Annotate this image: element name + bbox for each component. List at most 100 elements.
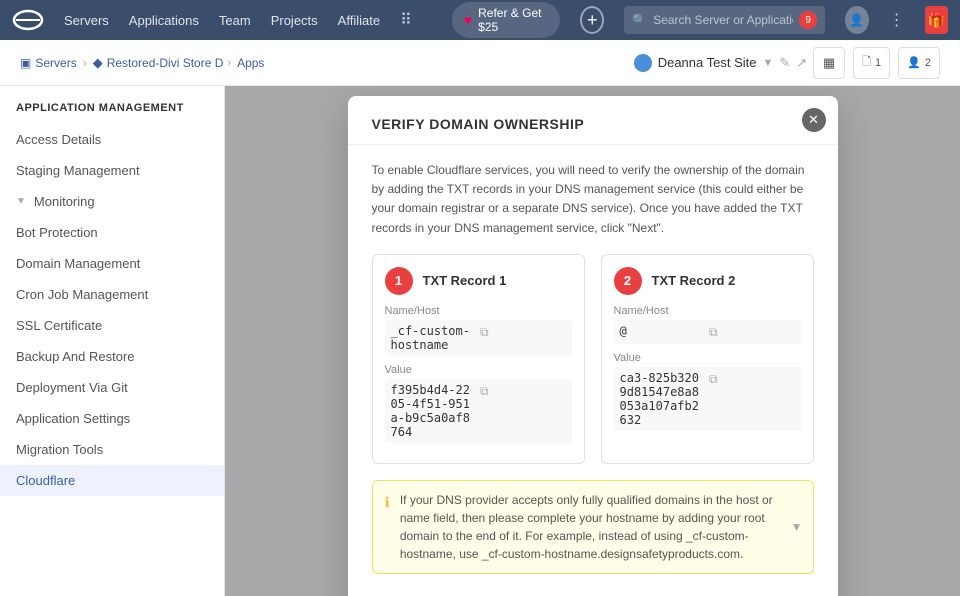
modal-body: To enable Cloudflare services, you will … bbox=[348, 145, 838, 596]
dns-record-2-name-copy-icon[interactable]: ⧉ bbox=[709, 325, 795, 340]
dns-record-1-name-copy-icon[interactable]: ⧉ bbox=[480, 325, 566, 340]
nav-projects[interactable]: Projects bbox=[271, 13, 318, 28]
more-options-icon[interactable]: ⋮ bbox=[889, 10, 905, 30]
content-area: designsafetyproducts.com ENABLE * Cloudf… bbox=[225, 86, 960, 596]
warning-icon: ℹ bbox=[385, 492, 390, 513]
notification-badge[interactable]: 9 bbox=[799, 11, 817, 29]
sidebar-item-access-details[interactable]: Access Details bbox=[0, 124, 224, 155]
dns-records-grid: 1 TXT Record 1 Name/Host _cf-custom-host… bbox=[372, 254, 814, 464]
servers-label: Servers bbox=[35, 56, 76, 70]
dns-record-2-name-field: Name/Host @ ⧉ bbox=[614, 305, 801, 344]
dns-record-2-name-label: Name/Host bbox=[614, 305, 801, 317]
dns-step-1-badge: 1 bbox=[385, 267, 413, 295]
sidebar-label-bot-protection: Bot Protection bbox=[16, 225, 98, 240]
dns-record-1-name-field: Name/Host _cf-custom-hostname ⧉ bbox=[385, 305, 572, 356]
dns-record-2-value-copy-icon[interactable]: ⧉ bbox=[709, 372, 795, 387]
sidebar-label-application-settings: Application Settings bbox=[16, 411, 130, 426]
app-label-area: Deanna Test Site ▼ ✎ ↗ bbox=[634, 54, 807, 72]
grid-icon[interactable]: ⠿ bbox=[400, 10, 412, 30]
server-color-icon: ◆ bbox=[93, 55, 103, 71]
dns-record-1-title: TXT Record 1 bbox=[423, 273, 507, 288]
sidebar-item-migration-tools[interactable]: Migration Tools bbox=[0, 434, 224, 465]
dns-record-2-name-value-row: @ ⧉ bbox=[614, 320, 801, 344]
sidebar-item-ssl-certificate[interactable]: SSL Certificate bbox=[0, 310, 224, 341]
nav-team[interactable]: Team bbox=[219, 13, 251, 28]
view-icon-button[interactable]: ▦ bbox=[813, 47, 845, 79]
server-icon: ▣ bbox=[20, 56, 31, 70]
modal-close-button[interactable]: ✕ bbox=[802, 108, 826, 132]
sidebar-label-cloudflare: Cloudflare bbox=[16, 473, 75, 488]
app-logo[interactable] bbox=[12, 9, 44, 31]
sidebar-chevron-monitoring: ▼ bbox=[16, 196, 26, 207]
heart-icon: ♥ bbox=[464, 12, 472, 28]
breadcrumb-bar: ▣ Servers › ◆ Restored-Divi Store D › Ap… bbox=[0, 40, 960, 86]
sidebar-label-access-details: Access Details bbox=[16, 132, 101, 147]
breadcrumb-apps[interactable]: Apps bbox=[237, 56, 264, 70]
verify-domain-modal: VERIFY DOMAIN OWNERSHIP ✕ To enable Clou… bbox=[348, 96, 838, 596]
breadcrumb-servers[interactable]: ▣ Servers bbox=[20, 56, 77, 70]
sidebar-item-cloudflare[interactable]: Cloudflare bbox=[0, 465, 224, 496]
refer-button[interactable]: ♥ Refer & Get $25 bbox=[452, 2, 560, 38]
warning-chevron-icon[interactable]: ▼ bbox=[791, 518, 803, 536]
dns-record-2-card: 2 TXT Record 2 Name/Host @ ⧉ bbox=[601, 254, 814, 464]
app-name: Deanna Test Site bbox=[658, 55, 757, 70]
sidebar-item-deployment-git[interactable]: Deployment Via Git bbox=[0, 372, 224, 403]
dns-record-2-name-value: @ bbox=[620, 324, 706, 338]
page-count-button[interactable]: 🗋 1 bbox=[853, 47, 890, 79]
server-chevron-icon: › bbox=[227, 57, 231, 69]
dns-record-1-name-value: _cf-custom-hostname bbox=[391, 324, 477, 352]
app-chevron-icon[interactable]: ▼ bbox=[762, 57, 773, 69]
sidebar-label-backup-restore: Backup And Restore bbox=[16, 349, 135, 364]
gift-icon[interactable]: 🎁 bbox=[925, 6, 948, 34]
server-name-label: Restored-Divi Store D bbox=[107, 56, 224, 70]
user-count-button[interactable]: 👤 2 bbox=[898, 47, 940, 79]
sidebar-label-staging-management: Staging Management bbox=[16, 163, 140, 178]
breadcrumb-server-name[interactable]: ◆ Restored-Divi Store D › bbox=[93, 55, 231, 71]
sidebar-item-staging-management[interactable]: Staging Management bbox=[0, 155, 224, 186]
dns-record-1-value-field: Value f395b4d4-2205-4f51-951a-b9c5a0af87… bbox=[385, 364, 572, 443]
dns-record-1-value-row: f395b4d4-2205-4f51-951a-b9c5a0af8764 ⧉ bbox=[385, 379, 572, 443]
dns-record-1-value-copy-icon[interactable]: ⧉ bbox=[480, 384, 566, 399]
nav-servers[interactable]: Servers bbox=[64, 13, 109, 28]
modal-header: VERIFY DOMAIN OWNERSHIP ✕ bbox=[348, 96, 838, 145]
page-icon: 🗋 bbox=[862, 53, 871, 72]
modal-overlay: VERIFY DOMAIN OWNERSHIP ✕ To enable Clou… bbox=[225, 86, 960, 596]
sidebar: Application Management Access Details St… bbox=[0, 86, 225, 596]
sidebar-item-domain-management[interactable]: Domain Management bbox=[0, 248, 224, 279]
top-navigation: Servers Applications Team Projects Affil… bbox=[0, 0, 960, 40]
user-count: 2 bbox=[925, 57, 931, 69]
sidebar-label-deployment-git: Deployment Via Git bbox=[16, 380, 128, 395]
dns-record-1-value-label: Value bbox=[385, 364, 572, 376]
sidebar-item-monitoring[interactable]: ▼ Monitoring bbox=[0, 186, 224, 217]
breadcrumb-actions: ▦ 🗋 1 👤 2 bbox=[813, 47, 940, 79]
nav-applications[interactable]: Applications bbox=[129, 13, 199, 28]
user-icon: 👤 bbox=[907, 56, 921, 69]
dns-step-2-badge: 2 bbox=[614, 267, 642, 295]
sidebar-item-application-settings[interactable]: Application Settings bbox=[0, 403, 224, 434]
nav-affiliate[interactable]: Affiliate bbox=[338, 13, 380, 28]
sidebar-item-bot-protection[interactable]: Bot Protection bbox=[0, 217, 224, 248]
sidebar-item-cron-job[interactable]: Cron Job Management bbox=[0, 279, 224, 310]
sidebar-label-ssl-certificate: SSL Certificate bbox=[16, 318, 102, 333]
app-edit-icon[interactable]: ✎ bbox=[779, 55, 790, 71]
page-count: 1 bbox=[875, 57, 881, 69]
app-external-link-icon[interactable]: ↗ bbox=[796, 55, 807, 71]
add-button[interactable]: + bbox=[580, 6, 604, 34]
dns-record-2-value-label: Value bbox=[614, 352, 801, 364]
dns-record-1-value: f395b4d4-2205-4f51-951a-b9c5a0af8764 bbox=[391, 383, 477, 439]
sidebar-item-backup-restore[interactable]: Backup And Restore bbox=[0, 341, 224, 372]
dns-record-2-value: ca3-825b3209d81547e8a8053a107afb2632 bbox=[620, 371, 706, 427]
user-avatar[interactable]: 👤 bbox=[845, 6, 868, 34]
search-input[interactable] bbox=[653, 13, 793, 27]
main-layout: Application Management Access Details St… bbox=[0, 86, 960, 596]
dns-record-1-name-value-row: _cf-custom-hostname ⧉ bbox=[385, 320, 572, 356]
apps-label: Apps bbox=[237, 56, 264, 70]
sidebar-label-migration-tools: Migration Tools bbox=[16, 442, 103, 457]
app-icon bbox=[634, 54, 652, 72]
modal-description: To enable Cloudflare services, you will … bbox=[372, 161, 814, 238]
search-icon: 🔍 bbox=[632, 13, 647, 27]
refer-label: Refer & Get $25 bbox=[478, 6, 548, 34]
dns-record-2-title: TXT Record 2 bbox=[652, 273, 736, 288]
sidebar-label-monitoring: Monitoring bbox=[34, 194, 95, 209]
warning-box: ℹ If your DNS provider accepts only full… bbox=[372, 480, 814, 574]
